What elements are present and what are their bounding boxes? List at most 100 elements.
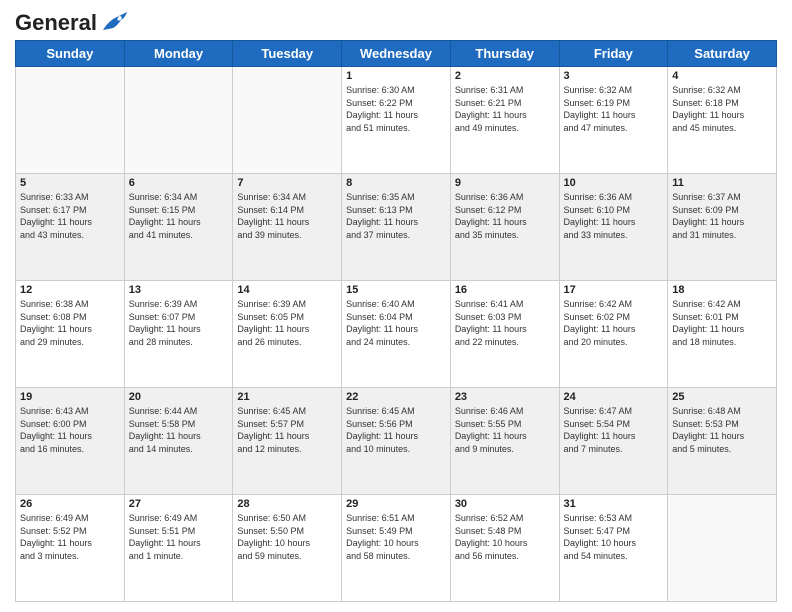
cell-details: Sunrise: 6:53 AM Sunset: 5:47 PM Dayligh… [564, 512, 664, 562]
day-number: 2 [455, 70, 555, 82]
cell-details: Sunrise: 6:32 AM Sunset: 6:19 PM Dayligh… [564, 84, 664, 134]
cell-details: Sunrise: 6:42 AM Sunset: 6:02 PM Dayligh… [564, 298, 664, 348]
calendar-cell [668, 495, 777, 602]
calendar-week-row: 5 Sunrise: 6:33 AM Sunset: 6:17 PM Daylig… [16, 174, 777, 281]
cell-details: Sunrise: 6:32 AM Sunset: 6:18 PM Dayligh… [672, 84, 772, 134]
weekday-header-monday: Monday [124, 41, 233, 67]
calendar-cell: 29 Sunrise: 6:51 AM Sunset: 5:49 PM Dayli… [342, 495, 451, 602]
day-number: 23 [455, 391, 555, 403]
day-number: 4 [672, 70, 772, 82]
calendar-table: SundayMondayTuesdayWednesdayThursdayFrid… [15, 40, 777, 602]
cell-details: Sunrise: 6:46 AM Sunset: 5:55 PM Dayligh… [455, 405, 555, 455]
day-number: 29 [346, 498, 446, 510]
weekday-header-wednesday: Wednesday [342, 41, 451, 67]
day-number: 7 [237, 177, 337, 189]
calendar-cell: 27 Sunrise: 6:49 AM Sunset: 5:51 PM Dayli… [124, 495, 233, 602]
day-number: 30 [455, 498, 555, 510]
weekday-header-tuesday: Tuesday [233, 41, 342, 67]
logo: General [15, 10, 127, 32]
day-number: 15 [346, 284, 446, 296]
cell-details: Sunrise: 6:45 AM Sunset: 5:57 PM Dayligh… [237, 405, 337, 455]
cell-details: Sunrise: 6:34 AM Sunset: 6:14 PM Dayligh… [237, 191, 337, 241]
calendar-cell [16, 67, 125, 174]
calendar-cell: 2 Sunrise: 6:31 AM Sunset: 6:21 PM Daylig… [450, 67, 559, 174]
cell-details: Sunrise: 6:36 AM Sunset: 6:12 PM Dayligh… [455, 191, 555, 241]
calendar-cell: 23 Sunrise: 6:46 AM Sunset: 5:55 PM Dayli… [450, 388, 559, 495]
calendar-week-row: 12 Sunrise: 6:38 AM Sunset: 6:08 PM Dayli… [16, 281, 777, 388]
cell-details: Sunrise: 6:41 AM Sunset: 6:03 PM Dayligh… [455, 298, 555, 348]
day-number: 5 [20, 177, 120, 189]
calendar-cell: 15 Sunrise: 6:40 AM Sunset: 6:04 PM Dayli… [342, 281, 451, 388]
calendar-week-row: 26 Sunrise: 6:49 AM Sunset: 5:52 PM Dayli… [16, 495, 777, 602]
day-number: 19 [20, 391, 120, 403]
day-number: 14 [237, 284, 337, 296]
cell-details: Sunrise: 6:48 AM Sunset: 5:53 PM Dayligh… [672, 405, 772, 455]
header: General [15, 10, 777, 32]
cell-details: Sunrise: 6:38 AM Sunset: 6:08 PM Dayligh… [20, 298, 120, 348]
day-number: 27 [129, 498, 229, 510]
weekday-header-row: SundayMondayTuesdayWednesdayThursdayFrid… [16, 41, 777, 67]
day-number: 3 [564, 70, 664, 82]
calendar-cell: 8Sunrise: 6:35 AM Sunset: 6:13 PM Daylig… [342, 174, 451, 281]
day-number: 11 [672, 177, 772, 189]
logo-bird-icon [99, 12, 127, 34]
day-number: 28 [237, 498, 337, 510]
calendar-week-row: 1 Sunrise: 6:30 AM Sunset: 6:22 PM Daylig… [16, 67, 777, 174]
weekday-header-friday: Friday [559, 41, 668, 67]
day-number: 21 [237, 391, 337, 403]
day-number: 24 [564, 391, 664, 403]
cell-details: Sunrise: 6:39 AM Sunset: 6:05 PM Dayligh… [237, 298, 337, 348]
cell-details: Sunrise: 6:45 AM Sunset: 5:56 PM Dayligh… [346, 405, 446, 455]
cell-details: Sunrise: 6:43 AM Sunset: 6:00 PM Dayligh… [20, 405, 120, 455]
calendar-cell: 18Sunrise: 6:42 AM Sunset: 6:01 PM Dayli… [668, 281, 777, 388]
calendar-week-row: 19 Sunrise: 6:43 AM Sunset: 6:00 PM Dayli… [16, 388, 777, 495]
calendar-cell [124, 67, 233, 174]
cell-details: Sunrise: 6:37 AM Sunset: 6:09 PM Dayligh… [672, 191, 772, 241]
cell-details: Sunrise: 6:50 AM Sunset: 5:50 PM Dayligh… [237, 512, 337, 562]
day-number: 26 [20, 498, 120, 510]
cell-details: Sunrise: 6:30 AM Sunset: 6:22 PM Dayligh… [346, 84, 446, 134]
day-number: 22 [346, 391, 446, 403]
calendar-cell: 26 Sunrise: 6:49 AM Sunset: 5:52 PM Dayli… [16, 495, 125, 602]
calendar-cell: 11 Sunrise: 6:37 AM Sunset: 6:09 PM Dayli… [668, 174, 777, 281]
cell-details: Sunrise: 6:47 AM Sunset: 5:54 PM Dayligh… [564, 405, 664, 455]
day-number: 31 [564, 498, 664, 510]
calendar-cell: 16 Sunrise: 6:41 AM Sunset: 6:03 PM Dayli… [450, 281, 559, 388]
day-number: 17 [564, 284, 664, 296]
cell-details: Sunrise: 6:40 AM Sunset: 6:04 PM Dayligh… [346, 298, 446, 348]
calendar-cell: 31 Sunrise: 6:53 AM Sunset: 5:47 PM Dayli… [559, 495, 668, 602]
cell-details: Sunrise: 6:31 AM Sunset: 6:21 PM Dayligh… [455, 84, 555, 134]
calendar-cell: 5 Sunrise: 6:33 AM Sunset: 6:17 PM Daylig… [16, 174, 125, 281]
calendar-cell: 22 Sunrise: 6:45 AM Sunset: 5:56 PM Dayli… [342, 388, 451, 495]
calendar-cell: 7 Sunrise: 6:34 AM Sunset: 6:14 PM Daylig… [233, 174, 342, 281]
calendar-cell: 14 Sunrise: 6:39 AM Sunset: 6:05 PM Dayli… [233, 281, 342, 388]
cell-details: Sunrise: 6:51 AM Sunset: 5:49 PM Dayligh… [346, 512, 446, 562]
calendar-cell: 1 Sunrise: 6:30 AM Sunset: 6:22 PM Daylig… [342, 67, 451, 174]
calendar-cell: 21 Sunrise: 6:45 AM Sunset: 5:57 PM Dayli… [233, 388, 342, 495]
calendar-cell: 17 Sunrise: 6:42 AM Sunset: 6:02 PM Dayli… [559, 281, 668, 388]
day-number: 9 [455, 177, 555, 189]
cell-details: Sunrise: 6:35 AM Sunset: 6:13 PM Dayligh… [346, 191, 446, 241]
cell-details: Sunrise: 6:49 AM Sunset: 5:52 PM Dayligh… [20, 512, 120, 562]
day-number: 12 [20, 284, 120, 296]
calendar-cell: 30Sunrise: 6:52 AM Sunset: 5:48 PM Dayli… [450, 495, 559, 602]
calendar-cell: 3 Sunrise: 6:32 AM Sunset: 6:19 PM Daylig… [559, 67, 668, 174]
calendar-cell: 12 Sunrise: 6:38 AM Sunset: 6:08 PM Dayli… [16, 281, 125, 388]
cell-details: Sunrise: 6:39 AM Sunset: 6:07 PM Dayligh… [129, 298, 229, 348]
calendar-cell: 28 Sunrise: 6:50 AM Sunset: 5:50 PM Dayli… [233, 495, 342, 602]
cell-details: Sunrise: 6:49 AM Sunset: 5:51 PM Dayligh… [129, 512, 229, 562]
calendar-cell: 9 Sunrise: 6:36 AM Sunset: 6:12 PM Daylig… [450, 174, 559, 281]
cell-details: Sunrise: 6:33 AM Sunset: 6:17 PM Dayligh… [20, 191, 120, 241]
day-number: 10 [564, 177, 664, 189]
day-number: 6 [129, 177, 229, 189]
cell-details: Sunrise: 6:36 AM Sunset: 6:10 PM Dayligh… [564, 191, 664, 241]
day-number: 1 [346, 70, 446, 82]
calendar-cell: 24 Sunrise: 6:47 AM Sunset: 5:54 PM Dayli… [559, 388, 668, 495]
cell-details: Sunrise: 6:42 AM Sunset: 6:01 PM Dayligh… [672, 298, 772, 348]
weekday-header-saturday: Saturday [668, 41, 777, 67]
calendar-cell: 10 Sunrise: 6:36 AM Sunset: 6:10 PM Dayli… [559, 174, 668, 281]
page: General SundayMondayTuesdayWednesdayThur… [0, 0, 792, 612]
day-number: 16 [455, 284, 555, 296]
calendar-cell: 6Sunrise: 6:34 AM Sunset: 6:15 PM Daylig… [124, 174, 233, 281]
logo-general: General [15, 10, 97, 36]
